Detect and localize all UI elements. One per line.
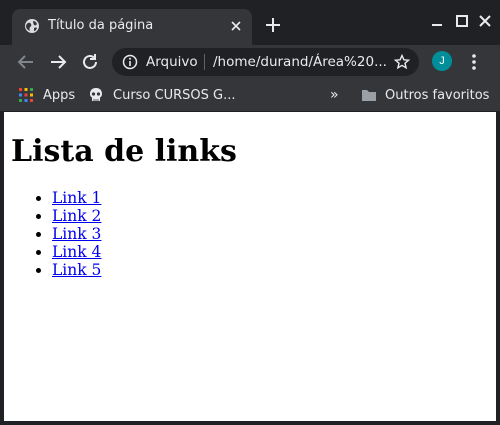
- bookmark-other-folder[interactable]: Outros favoritos: [361, 79, 489, 111]
- link-5[interactable]: Link 5: [52, 261, 101, 279]
- omnibox-separator: [204, 54, 205, 70]
- bookmark-apps-label: Apps: [43, 87, 76, 103]
- close-icon[interactable]: [229, 19, 243, 33]
- link-2[interactable]: Link 2: [52, 207, 101, 225]
- bookmark-other-label: Outros favoritos: [385, 87, 490, 103]
- list-item: Link 1: [52, 189, 496, 207]
- address-bar[interactable]: Arquivo /home/durand/Área%20...: [112, 48, 419, 76]
- profile-avatar[interactable]: J: [432, 51, 452, 71]
- close-window-icon[interactable]: [478, 14, 492, 28]
- star-icon[interactable]: [394, 54, 410, 70]
- url-text[interactable]: /home/durand/Área%20...: [213, 54, 387, 70]
- toolbar: Arquivo /home/durand/Área%20... J: [0, 45, 500, 79]
- bookmarks-bar: Apps Curso CURSOS G... » Outros favorito…: [0, 79, 500, 112]
- link-4[interactable]: Link 4: [52, 243, 101, 261]
- tab-strip: Título da página: [0, 0, 500, 45]
- reload-icon[interactable]: [79, 51, 101, 73]
- back-icon[interactable]: [15, 51, 37, 73]
- bookmark-curso[interactable]: Curso CURSOS G...: [88, 79, 235, 111]
- tab-title: Título da página: [48, 18, 154, 33]
- globe-icon: [25, 19, 39, 33]
- bookmark-curso-label: Curso CURSOS G...: [113, 87, 236, 103]
- list-item: Link 4: [52, 243, 496, 261]
- tab-active[interactable]: Título da página: [12, 9, 252, 45]
- plus-icon[interactable]: [263, 15, 283, 35]
- skull-icon: [90, 88, 102, 101]
- security-label: Arquivo: [146, 54, 198, 70]
- chevron-double-right-icon[interactable]: »: [330, 87, 339, 103]
- link-1[interactable]: Link 1: [52, 189, 101, 207]
- list-item: Link 3: [52, 225, 496, 243]
- apps-icon: [19, 88, 33, 102]
- forward-icon[interactable]: [47, 51, 69, 73]
- folder-icon: [362, 90, 376, 101]
- maximize-icon[interactable]: [455, 14, 469, 28]
- bookmark-apps[interactable]: Apps: [19, 79, 75, 111]
- list-item: Link 2: [52, 207, 496, 225]
- list-item: Link 5: [52, 261, 496, 279]
- page-viewport: Lista de links Link 1 Link 2 Link 3 Link…: [4, 112, 496, 421]
- page-heading: Lista de links: [11, 134, 237, 169]
- more-icon[interactable]: [466, 52, 482, 72]
- link-3[interactable]: Link 3: [52, 225, 101, 243]
- info-icon[interactable]: [122, 54, 138, 70]
- browser-window: Título da página Arquivo /home/durand/Ár…: [0, 0, 500, 425]
- minimize-icon[interactable]: [430, 14, 444, 28]
- link-list: Link 1 Link 2 Link 3 Link 4 Link 5: [4, 189, 496, 279]
